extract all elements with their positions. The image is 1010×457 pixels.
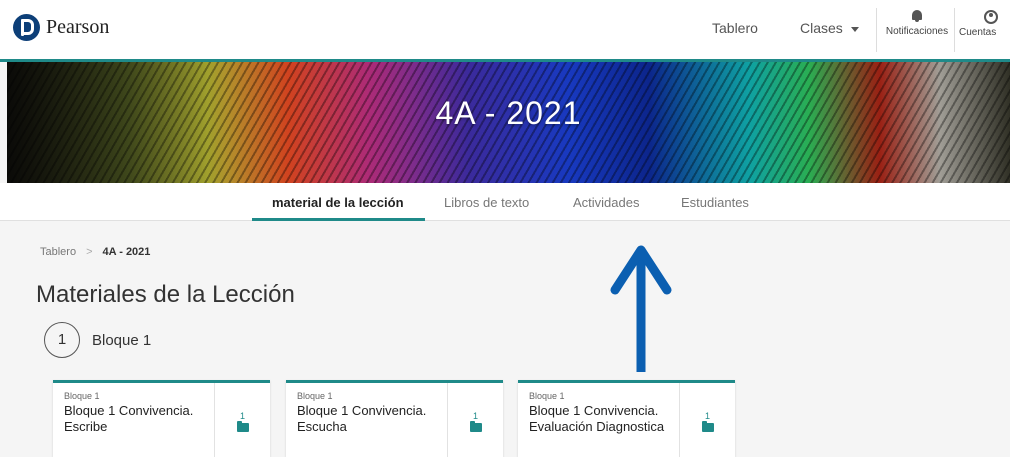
card-body[interactable]: Bloque 1 Bloque 1 Convivencia. Escribe: [53, 383, 215, 457]
arrow-up-icon: [610, 245, 672, 372]
card-title: Bloque 1 Convivencia. Escucha: [297, 403, 447, 435]
class-title: 4A - 2021: [435, 95, 582, 131]
tab-actividades[interactable]: Actividades: [573, 195, 639, 210]
card-resource-count: 1: [472, 411, 478, 421]
card-title-line1: Bloque 1 Convivencia.: [64, 403, 194, 418]
header-divider: [954, 8, 955, 52]
chevron-down-icon: [850, 26, 859, 32]
card-category: Bloque 1: [529, 391, 565, 401]
top-header: Pearson Tablero Clases Notificaciones Cu…: [0, 0, 1010, 62]
card-resources-button[interactable]: 1: [448, 383, 503, 457]
class-tabs: material de la lección Libros de texto A…: [0, 183, 1010, 221]
card-title-line1: Bloque 1 Convivencia.: [529, 403, 659, 418]
block-header[interactable]: 1 Bloque 1: [44, 322, 151, 358]
account-button[interactable]: Cuentas: [958, 10, 1010, 38]
card-title-line2: Escribe: [64, 419, 108, 434]
lesson-card[interactable]: Bloque 1 Bloque 1 Convivencia. Escucha 1: [286, 380, 503, 457]
card-resource-count: 1: [704, 411, 710, 421]
breadcrumb: Tablero >4A - 2021: [40, 246, 150, 258]
card-category: Bloque 1: [64, 391, 100, 401]
notifications-label: Notificaciones: [885, 26, 949, 37]
user-icon: [984, 10, 998, 24]
breadcrumb-root-link[interactable]: Tablero: [40, 246, 76, 258]
breadcrumb-separator: >: [86, 246, 93, 258]
tab-estudiantes[interactable]: Estudiantes: [681, 195, 749, 210]
card-resources-button[interactable]: 1: [215, 383, 270, 457]
notifications-button[interactable]: Notificaciones: [882, 10, 952, 37]
tab-libros-texto[interactable]: Libros de texto: [444, 195, 529, 210]
card-title-line2: Escucha: [297, 419, 347, 434]
folder-icon: [701, 421, 714, 432]
nav-clases-label: Clases: [800, 20, 843, 36]
card-resources-button[interactable]: 1: [680, 383, 735, 457]
card-resource-count: 1: [239, 411, 245, 421]
nav-clases-dropdown[interactable]: Clases: [800, 20, 859, 36]
active-tab-indicator: [252, 218, 425, 221]
pearson-logo-icon: [13, 14, 40, 41]
card-body[interactable]: Bloque 1 Bloque 1 Convivencia. Escucha: [286, 383, 448, 457]
lesson-card[interactable]: Bloque 1 Bloque 1 Convivencia. Evaluación…: [518, 380, 735, 457]
page-title: Materiales de la Lección: [36, 281, 295, 308]
block-number: 1: [44, 322, 80, 358]
card-category: Bloque 1: [297, 391, 333, 401]
card-body[interactable]: Bloque 1 Bloque 1 Convivencia. Evaluación…: [518, 383, 680, 457]
bell-icon: [911, 10, 923, 22]
logo-text: Pearson: [46, 16, 110, 38]
header-divider: [876, 8, 877, 52]
account-label: Cuentas: [959, 27, 997, 38]
nav-tablero-link[interactable]: Tablero: [712, 20, 758, 36]
breadcrumb-current: 4A - 2021: [102, 246, 151, 258]
card-title: Bloque 1 Convivencia. Evaluación Diagnost…: [529, 403, 679, 435]
card-title: Bloque 1 Convivencia. Escribe: [64, 403, 214, 435]
tab-material-leccion[interactable]: material de la lección: [272, 195, 404, 210]
class-banner: 4A - 2021: [7, 62, 1010, 183]
block-label: Bloque 1: [92, 331, 152, 349]
card-title-line1: Bloque 1 Convivencia.: [297, 403, 427, 418]
pearson-logo[interactable]: Pearson: [13, 14, 109, 41]
card-title-line2: Evaluación Diagnostica: [529, 419, 665, 434]
lesson-card[interactable]: Bloque 1 Bloque 1 Convivencia. Escribe 1: [53, 380, 270, 457]
folder-icon: [469, 421, 482, 432]
folder-icon: [236, 421, 249, 432]
